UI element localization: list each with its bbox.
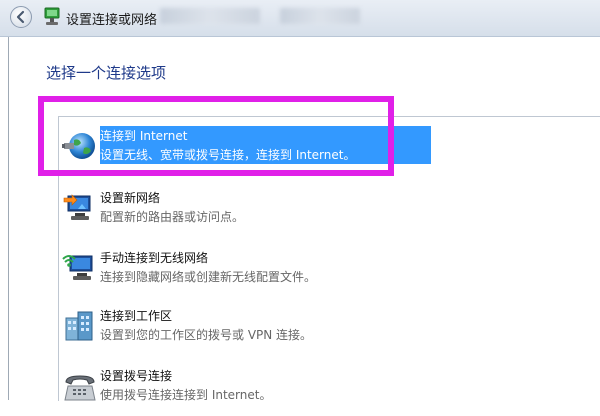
option-title: 手动连接到无线网络 [100,251,209,265]
network-setup-icon [44,7,60,25]
option-title: 设置新网络 [100,191,161,205]
blurred-breadcrumb [160,8,260,24]
wireless-network-icon [62,255,93,280]
option-setup-new-network[interactable]: 设置新网络 配置新的路由器或访问点。 [60,182,600,238]
window-title: 设置连接或网络 [66,13,158,28]
back-button[interactable] [10,6,32,28]
option-description: 配置新的路由器或访问点。 [100,210,245,224]
option-description: 连接到隐藏网络或创建新无线配置文件。 [100,270,317,284]
highlight-annotation-box [38,96,394,176]
page-heading: 选择一个连接选项 [46,64,167,82]
back-arrow-icon [16,10,25,24]
option-description: 使用拨号连接连接到 Internet。 [100,388,272,402]
title-bar: 设置连接或网络 [0,0,600,37]
dialup-telephone-icon [64,375,96,401]
option-title: 设置拨号连接 [100,369,173,383]
option-connect-workplace[interactable]: 连接到工作区 设置到您的工作区的拨号或 VPN 连接。 [60,300,600,356]
router-network-icon [63,194,91,220]
option-setup-dialup[interactable]: 设置拨号连接 使用拨号连接连接到 Internet。 [60,360,600,416]
option-title: 连接到工作区 [100,309,173,323]
option-manual-wireless[interactable]: 手动连接到无线网络 连接到隐藏网络或创建新无线配置文件。 [60,242,600,298]
workplace-building-icon [65,311,93,341]
blurred-breadcrumb [280,8,360,24]
option-description: 设置到您的工作区的拨号或 VPN 连接。 [100,328,313,342]
